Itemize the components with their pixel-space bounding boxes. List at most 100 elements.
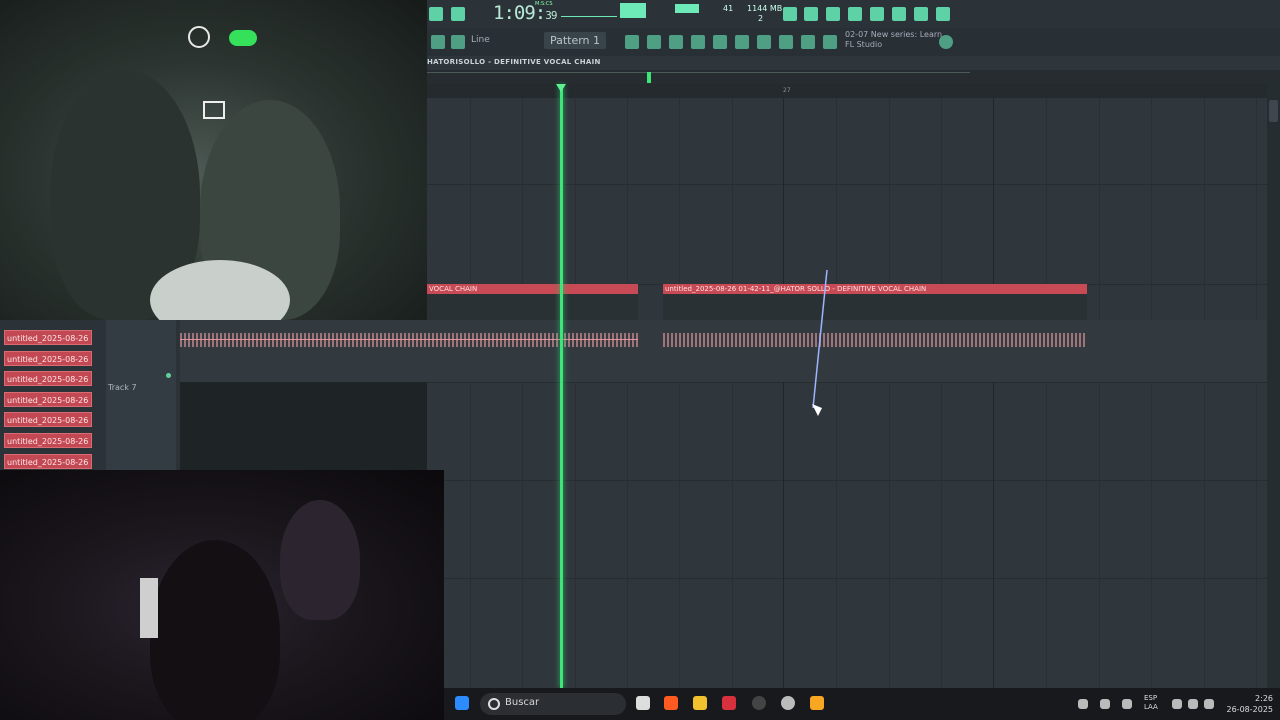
light-blob xyxy=(140,578,158,638)
voices-count: 2 xyxy=(758,14,764,23)
track-mute-led[interactable] xyxy=(166,373,171,378)
fl-toolbar: 1:09:39 M:S:CS 41 1144 MB 2 Line Pattern… xyxy=(427,0,1280,56)
mixer-icon[interactable] xyxy=(804,7,818,21)
brave-icon[interactable] xyxy=(664,696,678,710)
playhead[interactable] xyxy=(560,84,563,688)
pattern-selector[interactable]: Pattern 1 xyxy=(544,32,606,49)
grid-line xyxy=(941,98,942,688)
lane-divider xyxy=(427,184,1267,185)
battery-icon[interactable] xyxy=(1204,699,1214,709)
cursor-icon xyxy=(812,404,822,416)
save-icon[interactable] xyxy=(870,7,884,21)
fl-menu-icon[interactable] xyxy=(429,7,443,21)
taskbar-search[interactable]: Buscar xyxy=(480,693,626,715)
chevron-up-icon[interactable] xyxy=(1078,699,1088,709)
playlist-overview[interactable] xyxy=(427,70,1280,84)
track-clip-label[interactable]: untitled_2025-08-26 01-... xyxy=(4,454,92,469)
track-clip-label[interactable]: untitled_2025-08-26 01-... xyxy=(4,412,92,427)
track-clip-label[interactable]: untitled_2025-08-26 01-... xyxy=(4,351,92,366)
taskbar-clock[interactable]: 2:26 26-08-2025 xyxy=(1225,693,1274,715)
person-silhouette xyxy=(280,500,360,620)
clock-time: 2:26 xyxy=(1255,694,1273,703)
speaker-icon[interactable] xyxy=(1188,699,1198,709)
help-icon[interactable] xyxy=(848,7,862,21)
wifi-icon[interactable] xyxy=(1172,699,1182,709)
playlist-title: HATORISOLLO - DEFINITIVE VOCAL CHAIN xyxy=(427,58,601,66)
lane-divider xyxy=(427,578,1267,579)
grid-line xyxy=(1151,98,1152,688)
network-icon[interactable] xyxy=(1100,699,1110,709)
clip-title: untitled_2025-08-26 01-42-11_@HATOR SOLL… xyxy=(663,284,1087,294)
track-clip-label[interactable]: untitled_2025-08-26 01-... xyxy=(4,433,92,448)
grid-line xyxy=(1046,98,1047,688)
pencil-icon[interactable] xyxy=(431,35,445,49)
microphone-icon[interactable] xyxy=(826,7,840,21)
steam-icon[interactable] xyxy=(781,696,795,710)
oscilloscope xyxy=(561,10,617,17)
waveform-icon[interactable] xyxy=(451,7,465,21)
plugin-icon[interactable] xyxy=(735,35,749,49)
tuner-icon[interactable] xyxy=(757,35,771,49)
person-silhouette xyxy=(150,540,280,720)
cpu-meter xyxy=(675,4,699,13)
magnet-icon[interactable] xyxy=(451,35,465,49)
app-icon[interactable] xyxy=(722,696,736,710)
channel-rack-icon[interactable] xyxy=(669,35,683,49)
smiley-icon xyxy=(188,26,210,48)
windows-taskbar: Buscar ESP LAA 2:26 26-08-2025 xyxy=(444,688,1280,720)
loop-record-icon[interactable] xyxy=(783,7,797,21)
overview-position xyxy=(647,72,651,83)
arrow-icon[interactable] xyxy=(801,35,815,49)
task-view-icon[interactable] xyxy=(636,696,650,710)
grid-line xyxy=(470,98,471,688)
track-clip-label[interactable]: untitled_2025-08-26 01-... xyxy=(4,371,92,386)
timeline-ruler[interactable]: 27 xyxy=(427,84,1267,98)
news-line-2: FL Studio xyxy=(845,40,883,49)
scrollbar-thumb[interactable] xyxy=(1269,100,1278,122)
obs-icon[interactable] xyxy=(752,696,766,710)
lane-waveform-body xyxy=(663,333,1087,347)
playhead-marker-icon[interactable] xyxy=(556,84,566,92)
track-header-strip[interactable] xyxy=(106,320,176,470)
lane-divider xyxy=(427,480,1267,481)
search-label: Buscar xyxy=(505,697,540,708)
time-format-label: M:S:CS xyxy=(535,1,553,7)
track-clip-label[interactable]: untitled_2025-08-26 01-... xyxy=(4,330,92,345)
chat-icon[interactable] xyxy=(914,7,928,21)
keyboard-layout: LAA xyxy=(1144,703,1158,711)
playlist-grid[interactable]: VOCAL CHAIN untitled_2025-08-26 01-42-11… xyxy=(427,98,1267,688)
grid-line xyxy=(522,98,523,688)
slice-cursor xyxy=(812,269,828,416)
track-7-lane[interactable] xyxy=(180,320,1267,382)
file-explorer-icon[interactable] xyxy=(693,696,707,710)
browser-icon[interactable] xyxy=(713,35,727,49)
grid-line xyxy=(1099,98,1100,688)
piano-roll-icon[interactable] xyxy=(647,35,661,49)
windows-start-icon[interactable] xyxy=(455,696,469,710)
box-icon xyxy=(203,101,225,119)
language-indicator[interactable]: ESP LAA xyxy=(1144,694,1158,712)
touch-icon[interactable] xyxy=(779,35,793,49)
mic-icon[interactable] xyxy=(1122,699,1132,709)
vertical-scrollbar[interactable] xyxy=(1267,84,1280,688)
download-icon[interactable] xyxy=(936,7,950,21)
clock-date: 26-08-2025 xyxy=(1226,705,1274,714)
overview-bar xyxy=(427,72,970,73)
mixer-view-icon[interactable] xyxy=(691,35,705,49)
grid-line xyxy=(679,98,680,688)
globe-icon[interactable] xyxy=(939,35,953,49)
lane-divider xyxy=(427,382,1267,383)
grid-bar-line xyxy=(783,98,784,688)
snap-mode-selector[interactable]: Line xyxy=(471,32,521,49)
time-frac: 39 xyxy=(545,9,557,22)
memory-readout: 1144 MB xyxy=(747,4,783,13)
playlist-icon[interactable] xyxy=(625,35,639,49)
track-name[interactable]: Track 7 xyxy=(108,383,137,392)
news-ticker[interactable]: 02-07 New series: Learn FL Studio xyxy=(845,30,942,50)
export-icon[interactable] xyxy=(892,7,906,21)
playlist-header: HATORISOLLO - DEFINITIVE VOCAL CHAIN xyxy=(427,56,1280,70)
news-icon[interactable] xyxy=(823,35,837,49)
cpu-value: 41 xyxy=(723,4,734,13)
track-clip-label[interactable]: untitled_2025-08-26 01-... xyxy=(4,392,92,407)
fl-studio-icon[interactable] xyxy=(810,696,824,710)
